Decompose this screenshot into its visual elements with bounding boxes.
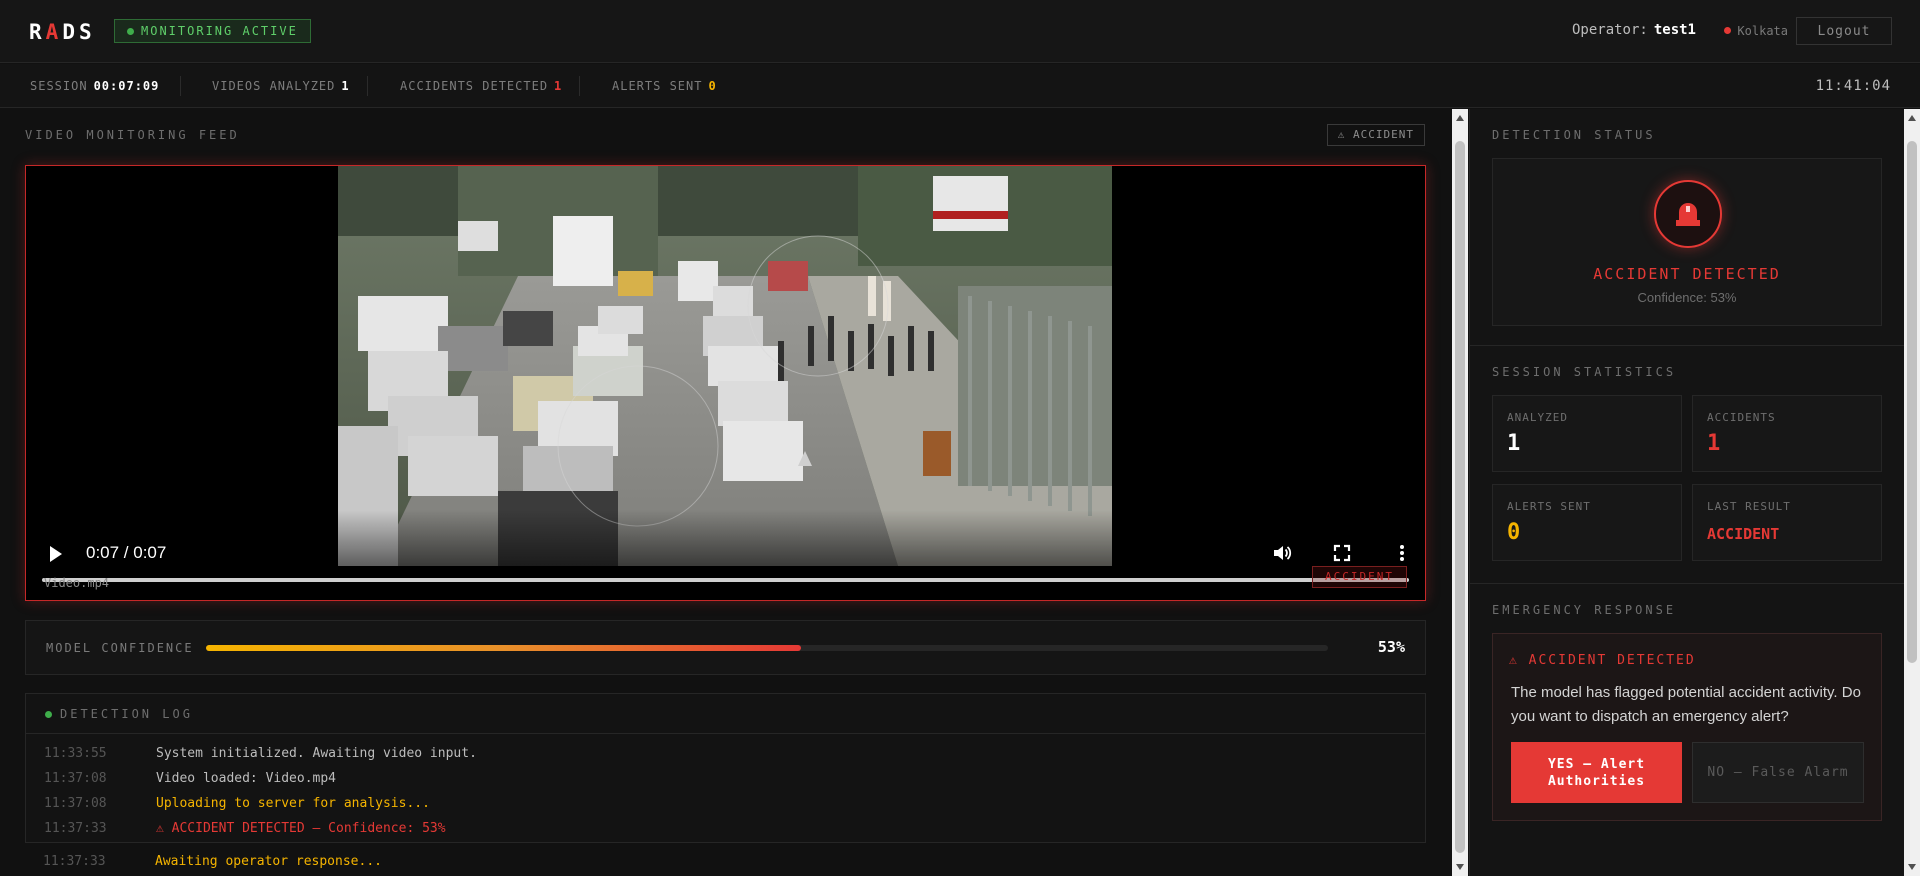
emergency-heading: ⚠ ACCIDENT DETECTED	[1509, 653, 1696, 668]
location-indicator: Kolkata	[1724, 24, 1788, 38]
session-statistics-title: SESSION STATISTICS	[1492, 365, 1677, 379]
accidents-card: ACCIDENTS 1	[1692, 395, 1882, 472]
last-result-card: LAST RESULT ACCIDENT	[1692, 484, 1882, 561]
status-pane: DETECTION STATUS ACCIDENT DETECTED Confi…	[1469, 109, 1905, 876]
log-entry: 11:37:08 Uploading to server for analysis…	[44, 796, 430, 811]
top-bar: RADS MONITORING ACTIVE Operator: test1 Ko…	[0, 0, 1920, 63]
log-entry: 11:37:08 Video loaded: Video.mp4	[44, 771, 337, 786]
confidence-value: 53%	[1377, 638, 1405, 656]
monitoring-pane: VIDEO MONITORING FEED ⚠ ACCIDENT 0:07 / …	[0, 109, 1451, 876]
log-entry: 11:37:33 ⚠ ACCIDENT DETECTED — Confidence…	[44, 821, 446, 836]
confidence-fill	[206, 645, 801, 651]
emergency-response-title: EMERGENCY RESPONSE	[1492, 603, 1677, 617]
right-scrollbar[interactable]	[1904, 109, 1920, 876]
more-options-icon[interactable]	[1392, 543, 1412, 563]
video-player[interactable]: 0:07 / 0:07 Video.mp4 ACCIDENT	[25, 165, 1426, 601]
emergency-message: The model has flagged potential accident…	[1511, 684, 1861, 725]
detection-status-section: DETECTION STATUS ACCIDENT DETECTED Confi…	[1470, 109, 1905, 346]
app-logo: RADS	[29, 20, 96, 44]
scroll-up-icon[interactable]	[1908, 115, 1916, 121]
operator-info: Operator: test1	[1571, 22, 1696, 38]
detection-log: DETECTION LOG 11:33:55 System initialized…	[25, 693, 1426, 843]
emergency-response-section: EMERGENCY RESPONSE ⚠ ACCIDENT DETECTED T…	[1470, 584, 1905, 876]
video-time: 0:07 / 0:07	[86, 543, 167, 562]
detection-status-title: DETECTION STATUS	[1492, 128, 1656, 142]
videos-analyzed-stat: VIDEOS ANALYZED 1	[212, 79, 350, 93]
log-entry: 11:37:33 Awaiting operator response...	[43, 854, 382, 869]
logout-button[interactable]: Logout	[1796, 17, 1892, 45]
location-pin-icon	[1724, 27, 1732, 34]
analyzed-card: ANALYZED 1	[1492, 395, 1682, 472]
alerts-sent-card: ALERTS SENT 0	[1492, 484, 1682, 561]
detection-confidence: Confidence: 53%	[1637, 290, 1737, 305]
fullscreen-icon[interactable]	[1332, 543, 1352, 563]
siren-icon	[1654, 180, 1722, 248]
video-frame-image	[338, 166, 1112, 566]
session-statistics-section: SESSION STATISTICS ANALYZED 1 ACCIDENTS …	[1470, 346, 1905, 584]
video-controls: 0:07 / 0:07	[26, 510, 1425, 600]
feed-title: VIDEO MONITORING FEED	[25, 128, 240, 142]
alert-authorities-button[interactable]: YES — Alert Authorities	[1511, 742, 1682, 803]
false-alarm-button[interactable]: NO — False Alarm	[1692, 742, 1864, 803]
emergency-card: ⚠ ACCIDENT DETECTED The model has flagge…	[1492, 633, 1882, 821]
accident-overlay-tag: ACCIDENT	[1312, 566, 1407, 588]
session-timer: SESSION 00:07:09	[30, 79, 160, 93]
log-status-dot-icon	[45, 711, 52, 718]
session-stats-bar: SESSION 00:07:09 VIDEOS ANALYZED 1 ACCIDEN…	[0, 64, 1920, 108]
scroll-up-icon[interactable]	[1456, 115, 1464, 121]
confidence-track	[206, 645, 1328, 651]
video-progress-bar[interactable]	[42, 578, 1409, 582]
confidence-panel: MODEL CONFIDENCE 53%	[25, 620, 1426, 675]
scroll-down-icon[interactable]	[1456, 864, 1464, 870]
video-filename: Video.mp4	[44, 576, 110, 590]
accidents-detected-stat: ACCIDENTS DETECTED 1	[400, 79, 563, 93]
scroll-down-icon[interactable]	[1908, 864, 1916, 870]
clock: 11:41:04	[1815, 78, 1891, 94]
detection-card: ACCIDENT DETECTED Confidence: 53%	[1492, 158, 1882, 326]
detection-status-text: ACCIDENT DETECTED	[1593, 265, 1781, 283]
log-entry: 11:33:55 System initialized. Awaiting vid…	[44, 746, 477, 761]
accident-tag: ⚠ ACCIDENT	[1326, 124, 1425, 146]
scroll-thumb[interactable]	[1907, 141, 1917, 663]
play-icon[interactable]	[50, 546, 62, 562]
status-dot-icon	[127, 28, 134, 35]
volume-icon[interactable]	[1272, 543, 1292, 563]
operator-name: test1	[1653, 22, 1696, 38]
monitoring-status-badge: MONITORING ACTIVE	[114, 19, 311, 43]
log-header: DETECTION LOG	[26, 694, 1425, 734]
left-scrollbar[interactable]	[1452, 109, 1468, 876]
confidence-label: MODEL CONFIDENCE	[46, 641, 194, 655]
alerts-sent-stat: ALERTS SENT 0	[612, 79, 717, 93]
scroll-thumb[interactable]	[1455, 141, 1465, 853]
